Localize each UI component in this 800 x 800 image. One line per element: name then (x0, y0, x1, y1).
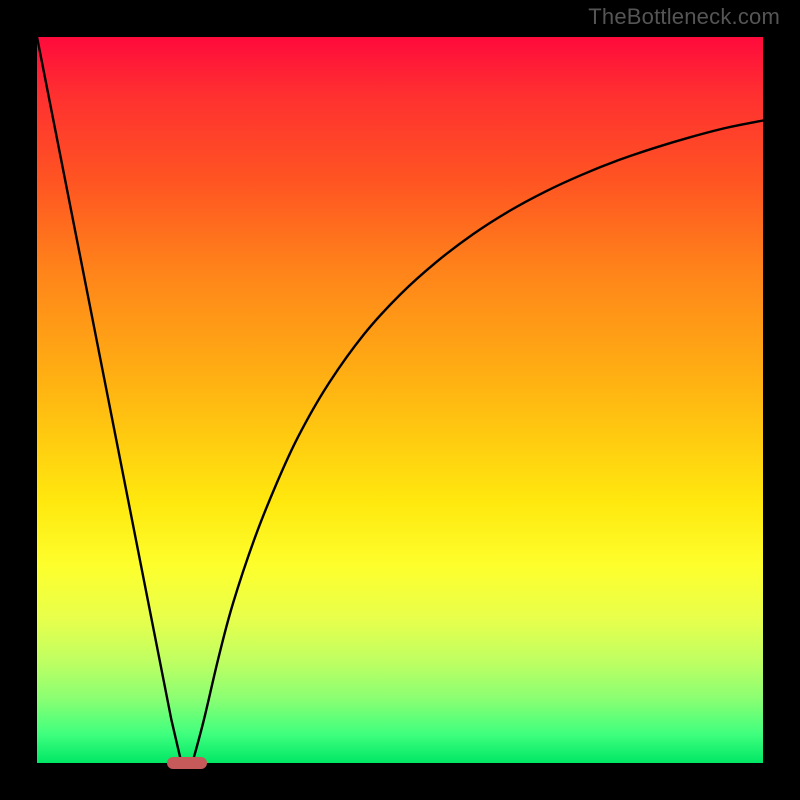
curve-svg (37, 37, 763, 763)
plot-area (37, 37, 763, 763)
watermark-text: TheBottleneck.com (588, 4, 780, 30)
min-marker (167, 757, 207, 769)
chart-frame: TheBottleneck.com (0, 0, 800, 800)
curve-left-segment (37, 37, 192, 763)
curve-right-segment (192, 120, 763, 763)
